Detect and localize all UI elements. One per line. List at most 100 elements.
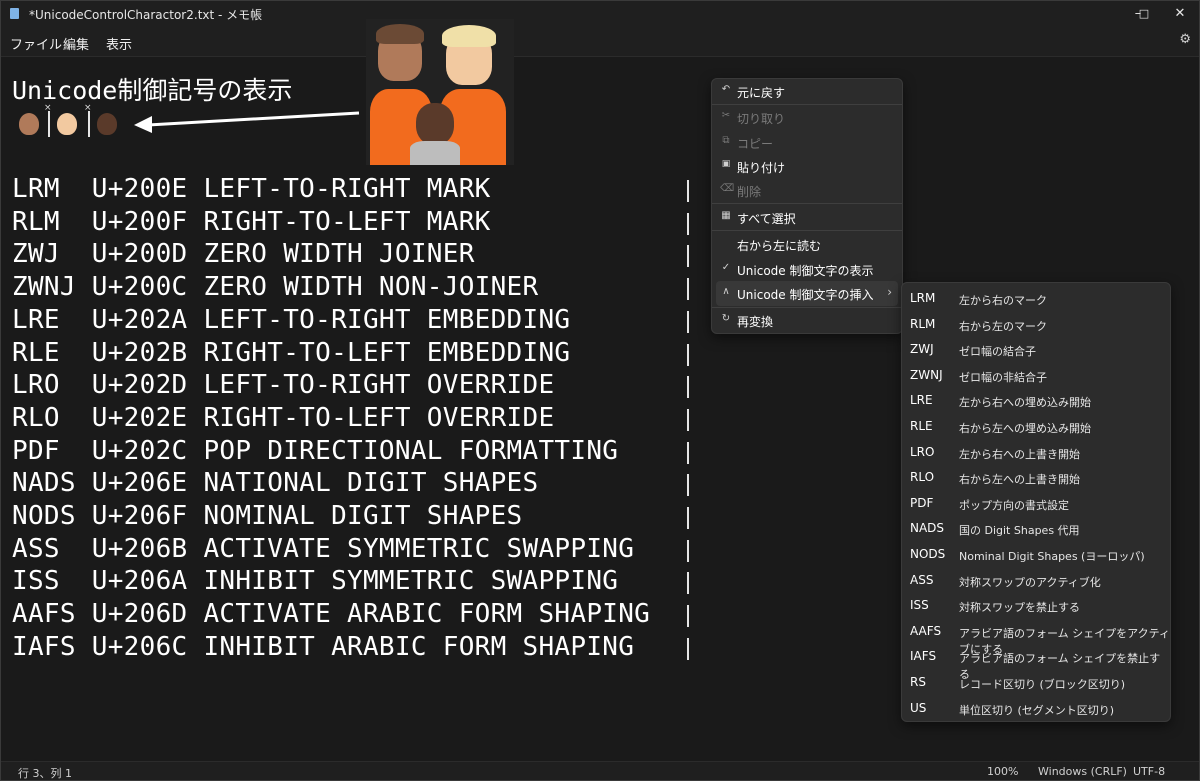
menu-bar: ファイル 編集 表示 ⚙ [1,28,1199,57]
control-description: 対称スワップを禁止する [959,601,1080,615]
submenu-item-rlm[interactable]: RLM 右から左のマーク [902,311,1170,336]
control-abbr: IAFS [910,649,937,664]
control-abbr: LRE [910,393,933,408]
submenu-item-lrm[interactable]: LRM 左から右のマーク [902,285,1170,310]
submenu-item-rlo[interactable]: RLO 右から左への上書き開始 [902,464,1170,489]
text-line: ASS U+206B ACTIVATE SYMMETRIC SWAPPING [12,533,635,564]
cursor-position: 行 3、列 1 [18,767,72,780]
submenu-item-nads[interactable]: NADS 国の Digit Shapes 代用 [902,515,1170,540]
submenu-item-us[interactable]: US 単位区切り (セグメント区切り) [902,695,1170,720]
close-button[interactable]: ✕ [1160,3,1199,25]
submenu-item-iafs[interactable]: IAFS アラビア語のフォーム シェイプを禁止する [902,643,1170,681]
text-line: NODS U+206F NOMINAL DIGIT SHAPES [12,501,523,531]
submenu-item-lre[interactable]: LRE 左から右への埋め込み開始 [902,387,1170,412]
scissors-icon: ✂ [721,110,731,121]
control-description: ポップ方向の書式設定 [959,498,1069,512]
control-abbr: NODS [910,547,946,561]
control-description: 単位区切り (セグメント区切り) [959,703,1115,717]
text-line: RLE U+202B RIGHT-TO-LEFT EMBEDDING [12,337,571,368]
control-description: 国の Digit Shapes 代用 [959,524,1080,538]
control-description: 対称スワップのアクティブ化 [959,575,1101,589]
ctx-right-to-left[interactable]: 右から左に読む [712,232,902,257]
submenu-item-iss[interactable]: ISS 対称スワップを禁止する [902,592,1170,617]
control-char-glyph-icon [683,241,695,269]
encoding[interactable]: UTF-8 [1133,765,1165,778]
text-line: IAFS U+206C INHIBIT ARABIC FORM SHAPING [12,631,635,662]
ctx-cut[interactable]: ✂ 切り取り [712,105,902,130]
control-description: 右から左への上書き開始 [959,473,1080,487]
control-char-glyph-icon [683,307,695,335]
ctx-paste[interactable]: ▣ 貼り付け [712,154,902,179]
ctx-select-all[interactable]: ▦ すべて選択 [712,205,902,230]
copy-icon: ⧉ [722,135,730,146]
notepad-window: *UnicodeControlCharactor2.txt - メモ帳 – □ … [0,0,1200,781]
submenu-item-ass[interactable]: ASS 対称スワップのアクティブ化 [902,567,1170,592]
menu-edit[interactable]: 編集 [63,34,89,53]
text-line: ZWNJ U+200C ZERO WIDTH NON-JOINER [12,272,539,303]
family-emoji-enlarged-icon [366,19,514,165]
heading-text: Unicode制御記号の表示 [12,76,293,105]
submenu-item-aafs[interactable]: AAFS アラビア語のフォーム シェイプをアクティブにする [902,618,1170,656]
text-line: NADS U+206E NATIONAL DIGIT SHAPES [12,468,539,499]
control-char-glyph-icon [683,568,695,596]
zoom-level[interactable]: 100% [987,765,1018,778]
control-abbr: RLO [910,470,935,485]
control-abbr: LRM [910,291,936,305]
context-menu: ↶ 元に戻す ✂ 切り取り ⧉ コピー ▣ 貼り付け ⌫ 削除 ▦ すべて選択 右から左に読… [711,78,903,334]
control-char-glyph-icon [683,601,695,629]
control-description: レコード区切り (ブロック区切り) [959,678,1126,691]
control-description: 右から左への埋め込み開始 [959,422,1091,435]
submenu-item-zwnj[interactable]: ZWNJ ゼロ幅の非結合子 [902,362,1170,387]
menu-view[interactable]: 表示 [106,34,132,53]
submenu-item-rs[interactable]: RS レコード区切り (ブロック区切り) [902,669,1170,694]
text-line: RLO U+202E RIGHT-TO-LEFT OVERRIDE [12,402,555,433]
text-line: PDF U+202C POP DIRECTIONAL FORMATTING [12,435,619,466]
control-description: 左から右への埋め込み開始 [959,396,1091,410]
text-line: AAFS U+206D ACTIVATE ARABIC FORM SHAPING [12,599,651,630]
control-abbr: NADS [910,521,945,536]
control-description: ゼロ幅の非結合子 [959,370,1047,384]
control-char-glyph-icon [683,372,695,400]
control-abbr: ZWJ [910,342,934,357]
text-line: LRO U+202D LEFT-TO-RIGHT OVERRIDE [12,370,555,401]
ctx-delete[interactable]: ⌫ 削除 [712,178,902,203]
submenu-item-zwj[interactable]: ZWJ ゼロ幅の結合子 [902,336,1170,361]
insert-caret-icon: ∧ [722,286,730,297]
ctx-show-unicode-control[interactable]: ✓ Unicode 制御文字の表示 [712,257,902,282]
control-char-glyph-icon [683,274,695,302]
control-char-glyph-icon [683,405,695,433]
submenu-item-lro[interactable]: LRO 左から右への上書き開始 [902,439,1170,464]
zwj-control-mark-icon [88,111,90,137]
person-light-skin-icon [57,113,77,135]
ctx-reconvert[interactable]: ↻ 再変換 [712,308,902,333]
text-line: ISS U+206A INHIBIT SYMMETRIC SWAPPING [12,566,619,597]
submenu-item-nods[interactable]: NODS Nominal Digit Shapes (ヨーロッパ) [902,541,1170,566]
line-ending[interactable]: Windows (CRLF) [1038,765,1127,778]
chevron-right-icon: › [887,285,892,299]
insert-control-submenu: LRM 左から右のマーク RLM 右から左のマーク ZWJ ゼロ幅の結合子 ZWNJ ゼロ幅の… [901,282,1171,722]
settings-gear-icon[interactable]: ⚙ [1179,32,1191,47]
submenu-item-pdf[interactable]: PDF ポップ方向の書式設定 [902,490,1170,515]
ctx-insert-unicode-control[interactable]: ∧ Unicode 制御文字の挿入 › [716,281,898,306]
text-line: LRE U+202A LEFT-TO-RIGHT EMBEDDING [12,304,571,335]
ctx-undo[interactable]: ↶ 元に戻す [712,79,902,104]
control-char-glyph-icon [683,470,695,498]
control-description: 左から右のマーク [959,294,1047,307]
person-medium-skin-icon [19,113,39,135]
paste-icon: ▣ [721,159,731,169]
control-description: ゼロ幅の結合子 [959,345,1036,359]
maximize-button[interactable]: □ [1124,3,1164,25]
menu-file[interactable]: ファイル [10,34,62,53]
control-abbr: RLE [910,419,933,433]
ctx-separator [712,230,902,231]
text-line: LRM U+200E LEFT-TO-RIGHT MARK [12,174,491,204]
notepad-app-icon [10,8,19,19]
pointer-arrow-icon [134,111,360,133]
control-abbr: RS [910,675,926,689]
control-abbr: AAFS [910,623,942,638]
control-abbr: LRO [910,444,935,459]
ctx-separator [712,203,902,204]
submenu-item-rle[interactable]: RLE 右から左への埋め込み開始 [902,413,1170,438]
ctx-copy[interactable]: ⧉ コピー [712,130,902,155]
window-title: *UnicodeControlCharactor2.txt - メモ帳 [29,8,263,22]
